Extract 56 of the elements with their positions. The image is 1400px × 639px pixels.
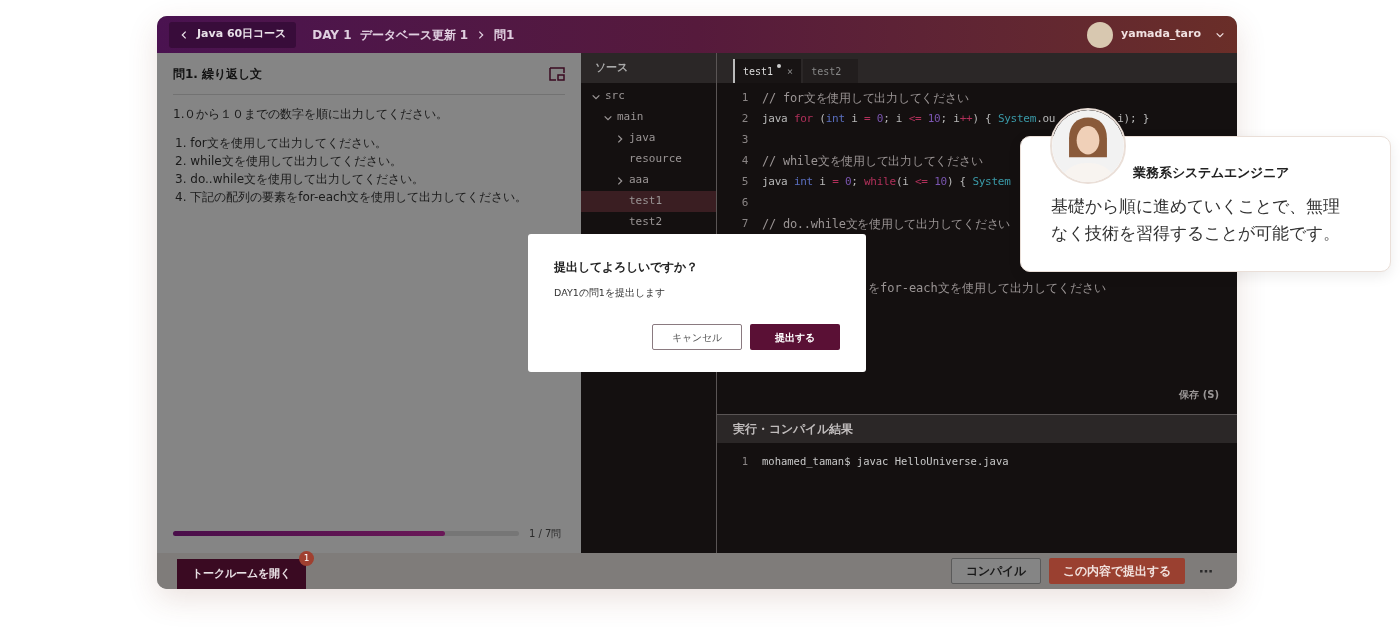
code-line: // do..while文を使用して出力してください [762, 216, 1011, 234]
testimonial-role: 業務系システムエンジニア [1133, 164, 1290, 182]
tree-item[interactable]: src [581, 86, 716, 107]
more-button[interactable]: ⋯ [1199, 560, 1213, 582]
line-number: 6 [740, 195, 749, 212]
breadcrumb-item[interactable]: 問1 [494, 25, 515, 44]
save-button[interactable]: 保存 (S) [1179, 387, 1219, 402]
code-line: をfor-each文を使用して出力してください [868, 279, 1106, 297]
line-number: 3 [740, 132, 749, 149]
line-number: 1 [740, 453, 749, 469]
talk-room-button[interactable]: トークルームを開く [177, 559, 306, 589]
output-header: 実行・コンパイル結果 [717, 415, 1237, 443]
confirm-button[interactable]: 提出する [750, 324, 840, 350]
testimonial-quote: 基礎から順に進めていくことで、無理なく技術を習得することが可能です。 [1051, 194, 1341, 245]
chevron-left-icon [179, 29, 189, 40]
problem-item: 3. do..while文を使用して出力してください。 [175, 171, 426, 187]
source-header: ソース [581, 53, 716, 83]
tree-item[interactable]: java [581, 128, 716, 149]
window-icon[interactable] [549, 66, 565, 81]
tree-item[interactable]: main [581, 107, 716, 128]
user-avatar [1087, 21, 1114, 48]
breadcrumb-item[interactable]: データベース更新 1 [359, 25, 469, 44]
chevron-icon [615, 175, 625, 186]
code-line: // for文を使用して出力してください [762, 90, 969, 108]
tree-item[interactable]: resource [581, 149, 716, 170]
line-number: 5 [740, 174, 749, 191]
tree-item[interactable]: test1 [581, 191, 716, 212]
output-line: mohamed_taman$ javac HelloUniverse.java [762, 453, 1009, 470]
dialog-title: 提出してよろしいですか？ [554, 259, 699, 276]
line-number: 1 [740, 90, 749, 107]
problem-title: 問1. 繰り返し文 [173, 65, 263, 83]
dialog-message: DAY1の問1を提出します [554, 286, 666, 300]
problem-intro: 1.０から１０までの数字を順に出力してください。 [173, 106, 450, 123]
code-line: java int i = 0; while(i <= 10) { System [762, 174, 1011, 191]
breadcrumb-item[interactable]: DAY 1 [312, 25, 352, 44]
editor-tab[interactable]: test2 [803, 59, 859, 83]
editor-tab[interactable]: test1 × [733, 59, 802, 83]
line-number: 7 [740, 216, 749, 233]
problem-item: 4. 下記の配列の要素をfor-each文を使用して出力してください。 [175, 189, 529, 205]
code-line: // while文を使用して出力してください [762, 153, 983, 171]
compile-button[interactable]: コンパイル [951, 558, 1041, 584]
back-button[interactable]: Java 60日コース [169, 21, 297, 48]
code-line: i); } [1117, 111, 1150, 128]
cancel-button[interactable]: キャンセル [652, 324, 742, 350]
problem-item: 2. while文を使用して出力してください。 [175, 153, 403, 169]
line-number: 4 [740, 153, 749, 170]
chevron-icon [615, 133, 625, 144]
problem-item: 1. for文を使用して出力してください。 [175, 135, 388, 151]
tree-item[interactable]: test2 [581, 212, 716, 233]
code-line: java for (int i = 0; i <= 10; i++) { System.ou [762, 111, 1056, 128]
user-name[interactable]: yamada_taro [1121, 26, 1201, 43]
close-tab-button[interactable]: × [787, 63, 794, 79]
progress-reading: 1 / 7問 [529, 527, 562, 541]
tree-item[interactable]: aaa [581, 170, 716, 191]
submit-button[interactable]: この内容で提出する [1049, 558, 1185, 584]
line-number: 2 [740, 111, 749, 128]
